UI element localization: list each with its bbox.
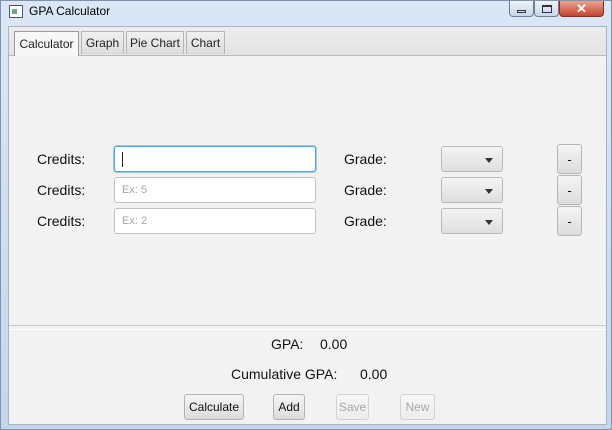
tab-chart[interactable]: Chart [186,31,225,54]
grade-label: Grade: [344,213,387,229]
credits-label: Credits: [37,151,86,167]
dropdown-arrow-icon [485,220,493,225]
cumulative-gpa-label: Cumulative GPA: [231,366,338,382]
tab-graph[interactable]: Graph [81,31,124,54]
tab-bar: Calculator Graph Pie Chart Chart [9,27,606,56]
remove-row-button-2[interactable]: - [557,175,582,205]
grade-label: Grade: [344,182,387,198]
main-panel: Calculator Graph Pie Chart Chart Credits… [8,26,607,425]
credits-input-2[interactable]: Ex: 5 [114,177,316,203]
close-icon: ✕ [576,0,587,16]
tab-calculator[interactable]: Calculator [14,31,79,56]
grade-select-1[interactable] [441,146,503,172]
grade-select-3[interactable] [441,208,503,234]
app-icon [9,5,23,18]
save-button[interactable]: Save [336,394,369,420]
section-divider [9,325,606,330]
dropdown-arrow-icon [485,158,493,163]
remove-row-button-3[interactable]: - [557,206,582,236]
close-button[interactable]: ✕ [559,1,604,17]
text-caret [122,152,123,167]
title-bar[interactable]: GPA Calculator ✕ [1,1,611,25]
maximize-button[interactable] [534,1,559,17]
grade-select-2[interactable] [441,177,503,203]
credits-input-3[interactable]: Ex: 2 [114,208,316,234]
dropdown-arrow-icon [485,189,493,194]
app-window: GPA Calculator ✕ Calculator Graph Pie Ch… [0,0,612,430]
gpa-value: 0.00 [320,336,348,352]
calculate-button[interactable]: Calculate [184,394,244,420]
credits-label: Credits: [37,182,86,198]
remove-row-button-1[interactable]: - [557,144,582,174]
maximize-icon [541,4,552,13]
minimize-icon [517,9,526,13]
window-title: GPA Calculator [29,4,111,18]
gpa-label: GPA: [271,336,304,352]
credits-input-1[interactable] [114,146,316,172]
add-button[interactable]: Add [273,394,305,420]
cumulative-gpa-value: 0.00 [360,366,388,382]
grade-label: Grade: [344,151,387,167]
tab-pie-chart[interactable]: Pie Chart [126,31,184,54]
minimize-button[interactable] [509,1,534,17]
new-button[interactable]: New [400,394,435,420]
credits-label: Credits: [37,213,86,229]
